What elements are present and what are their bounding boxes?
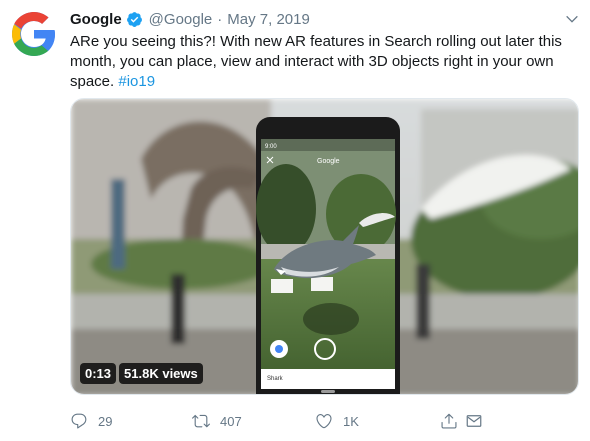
verified-badge-icon (126, 11, 142, 27)
hashtag-link[interactable]: #io19 (118, 73, 155, 90)
like-icon (316, 414, 332, 429)
action-bar: 29 407 1K (70, 412, 490, 434)
phone-app-title: Google (317, 158, 340, 165)
reply-count: 29 (98, 413, 113, 429)
like-count: 1K (343, 413, 359, 429)
reply-icon (71, 413, 87, 429)
retweet-count: 407 (220, 413, 242, 429)
tweet-text: ARe you seeing this?! With new AR featur… (70, 32, 580, 92)
retweet-button[interactable]: 407 (192, 412, 242, 430)
video-views: 51.8K views (119, 363, 203, 384)
phone-mockup: 9:00 Google Shark (256, 117, 400, 394)
share-button[interactable] (440, 412, 458, 430)
phone-status-time: 9:00 (265, 144, 277, 150)
video-duration: 0:13 (80, 363, 117, 384)
tweet-card[interactable]: Google @Google · May 7, 2019 ARe you see… (0, 0, 590, 441)
retweet-icon (192, 414, 210, 428)
reply-button[interactable]: 29 (70, 412, 112, 430)
video-player[interactable]: 9:00 Google Shark (70, 98, 579, 395)
tweet-date[interactable]: May 7, 2019 (227, 11, 310, 28)
tweet-header: Google @Google · May 7, 2019 (70, 9, 310, 29)
separator-dot: · (217, 10, 223, 28)
video-frame: 9:00 Google Shark (71, 99, 578, 394)
share-icon (441, 413, 457, 429)
author-name[interactable]: Google (70, 11, 122, 28)
avatar[interactable] (10, 10, 58, 58)
author-handle[interactable]: @Google (149, 11, 213, 28)
like-button[interactable]: 1K (315, 412, 359, 430)
phone-card-label: Shark (267, 376, 284, 382)
message-icon (466, 415, 482, 427)
video-badge: 0:13 51.8K views (80, 363, 203, 384)
dm-share-button[interactable] (465, 412, 483, 430)
chevron-down-icon[interactable] (564, 11, 580, 27)
